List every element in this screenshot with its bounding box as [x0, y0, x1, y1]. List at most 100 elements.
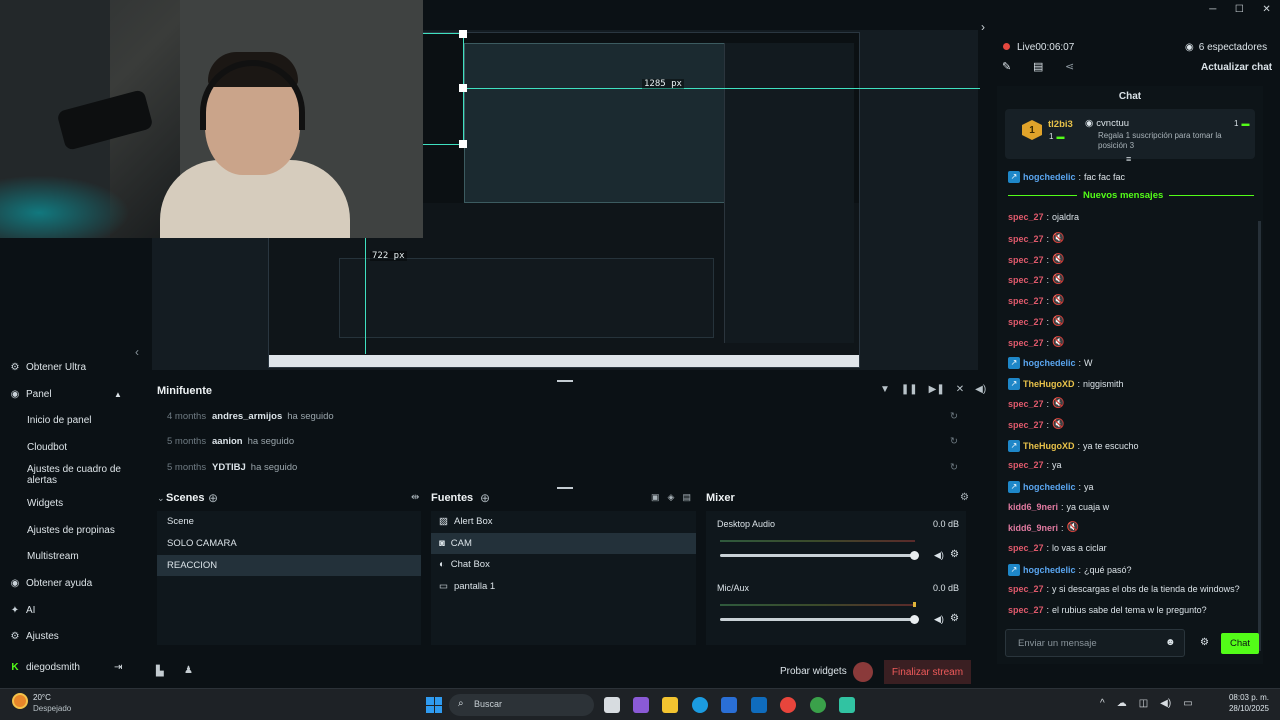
weather-desc[interactable]: Despejado [33, 704, 71, 713]
collapse-icon[interactable]: ⌄ [157, 493, 165, 504]
sidebar-item-help[interactable]: ◉ Obtener ayuda [10, 578, 93, 589]
chat-username[interactable]: TheHugoXD [1023, 441, 1075, 451]
weather-icon[interactable] [12, 693, 28, 709]
chat-username[interactable]: spec_27 [1008, 460, 1044, 470]
source-item[interactable]: ◐ Chat Box [431, 554, 696, 575]
chrome-profile-icon[interactable] [810, 697, 826, 713]
chat-username[interactable]: kidd6_9neri [1008, 523, 1058, 533]
sidebar-user[interactable]: Kdiegodsmith ⇥ [10, 662, 130, 673]
sidebar-item-ultra[interactable]: ⚙ Obtener Ultra [10, 362, 87, 373]
task-view-icon[interactable] [604, 697, 620, 713]
dashboard-icon[interactable]: ▤ [1033, 60, 1043, 73]
chat-username[interactable]: hogchedelic [1023, 172, 1076, 182]
volume-icon[interactable]: ◀) [1160, 698, 1171, 709]
minimize-button[interactable]: ─ [1209, 4, 1216, 15]
taskbar-search[interactable]: ⌕ Buscar [449, 694, 594, 716]
pause-icon[interactable]: ❚❚ [901, 384, 918, 395]
stats-icon[interactable]: ▙ [156, 666, 164, 677]
edge-icon[interactable] [692, 697, 708, 713]
chat-username[interactable]: spec_27 [1008, 275, 1044, 285]
outlook-icon[interactable] [751, 697, 767, 713]
folder-icon[interactable]: ▤ [682, 492, 691, 503]
refresh-chat-button[interactable]: Actualizar chat [1201, 62, 1272, 73]
sidebar-item-inicio[interactable]: Inicio de panel [27, 415, 92, 426]
chat-username[interactable]: spec_27 [1008, 543, 1044, 553]
clock-date[interactable]: 28/10/2025 [1227, 704, 1269, 713]
chat-username[interactable]: spec_27 [1008, 605, 1044, 615]
network-icon[interactable]: ◫ [1139, 698, 1148, 709]
windows-start-icon[interactable] [426, 697, 442, 713]
streamlabs-icon[interactable] [839, 697, 855, 713]
tray-chevron-icon[interactable]: ^ [1100, 698, 1105, 709]
collapse-chevron-icon[interactable]: › [981, 20, 985, 34]
sidebar-item-ai[interactable]: ✦ AI [10, 605, 36, 616]
sidebar-item-cloudbot[interactable]: Cloudbot [27, 442, 67, 453]
scene-transition-icon[interactable]: ⇹ [411, 492, 419, 503]
filter-icon[interactable]: ▼ [880, 384, 890, 395]
add-source-icon[interactable]: ⊕ [480, 491, 490, 505]
chat-input[interactable]: Enviar un mensaje ☻ [1005, 629, 1185, 657]
volume-slider-handle[interactable] [910, 615, 919, 624]
chat-username[interactable]: kidd6_9neri [1008, 502, 1058, 512]
mute-alerts-icon[interactable]: ✕ [956, 384, 964, 395]
emoji-icon[interactable]: ☻ [1165, 637, 1176, 648]
sidebar-item-panel[interactable]: ◉ Panel ▲ [10, 389, 122, 400]
chat-username[interactable]: spec_27 [1008, 234, 1044, 244]
onedrive-icon[interactable]: ☁ [1117, 698, 1127, 709]
resize-handle[interactable] [459, 30, 467, 38]
edit-icon[interactable]: ✎ [1002, 60, 1011, 73]
volume-slider[interactable] [720, 618, 916, 621]
scene-item[interactable]: SOLO CAMARA [157, 533, 421, 554]
sidebar-item-settings[interactable]: ⚙ Ajustes [10, 631, 59, 642]
speaker-icon[interactable]: ◀) [934, 614, 944, 625]
chat-username[interactable]: spec_27 [1008, 317, 1044, 327]
test-widgets-toggle[interactable] [853, 662, 873, 682]
chat-username[interactable]: spec_27 [1008, 212, 1044, 222]
volume-slider-handle[interactable] [910, 551, 919, 560]
chat-settings-icon[interactable]: ⚙ [1200, 637, 1209, 648]
scene-item[interactable]: Scene [157, 511, 421, 532]
close-button[interactable]: ✕ [1262, 4, 1270, 15]
chat-username[interactable]: spec_27 [1008, 584, 1044, 594]
filter-icon[interactable]: ≡ [1126, 154, 1131, 164]
mixer-settings-icon[interactable]: ⚙ [960, 492, 969, 503]
chat-username[interactable]: hogchedelic [1023, 482, 1076, 492]
replay-icon[interactable]: ↻ [950, 411, 958, 422]
chat-username[interactable]: spec_27 [1008, 399, 1044, 409]
source-settings-icon[interactable]: ▣ [651, 492, 660, 503]
volume-slider[interactable] [720, 554, 916, 557]
replay-icon[interactable]: ↻ [950, 436, 958, 447]
chat-username[interactable]: spec_27 [1008, 255, 1044, 265]
source-item-selected[interactable]: ◙ CAM [431, 533, 696, 554]
store-icon[interactable] [721, 697, 737, 713]
resize-handle[interactable] [459, 140, 467, 148]
logout-icon[interactable]: ⇥ [114, 662, 122, 673]
test-widgets-button[interactable]: Probar widgets [780, 666, 847, 677]
group-icon[interactable]: ◈ [668, 492, 675, 503]
sidebar-item-widgets[interactable]: Widgets [27, 498, 63, 509]
speaker-icon[interactable]: ◀) [934, 550, 944, 561]
gear-icon[interactable]: ⚙ [950, 613, 959, 624]
sidebar-item-multistream[interactable]: Multistream [27, 551, 79, 562]
chat-username[interactable]: hogchedelic [1023, 565, 1076, 575]
sidebar-item-propinas[interactable]: Ajustes de propinas [27, 525, 115, 536]
maximize-button[interactable]: ☐ [1235, 4, 1244, 15]
replay-icon[interactable]: ↻ [950, 462, 958, 473]
send-chat-button[interactable]: Chat [1221, 633, 1259, 654]
end-stream-button[interactable]: Finalizar stream [884, 660, 971, 684]
source-item[interactable]: ▨ Alert Box [431, 511, 696, 532]
weather-temp[interactable]: 20°C [33, 693, 51, 702]
chat-username[interactable]: spec_27 [1008, 420, 1044, 430]
chat-username[interactable]: hogchedelic [1023, 358, 1076, 368]
chat-scrollbar[interactable] [1258, 221, 1261, 651]
volume-icon[interactable]: ◀) [975, 384, 986, 395]
chat-username[interactable]: spec_27 [1008, 338, 1044, 348]
chat-username[interactable]: spec_27 [1008, 296, 1044, 306]
share-icon[interactable]: ⋖ [1065, 60, 1074, 73]
chat-username[interactable]: TheHugoXD [1023, 379, 1075, 389]
gear-icon[interactable]: ⚙ [950, 549, 959, 560]
sidebar-item-alertas[interactable]: Ajustes de cuadro de alertas [27, 464, 127, 486]
notification-icon[interactable]: ♟ [184, 665, 193, 676]
file-explorer-icon[interactable] [662, 697, 678, 713]
chrome-icon[interactable] [780, 697, 796, 713]
